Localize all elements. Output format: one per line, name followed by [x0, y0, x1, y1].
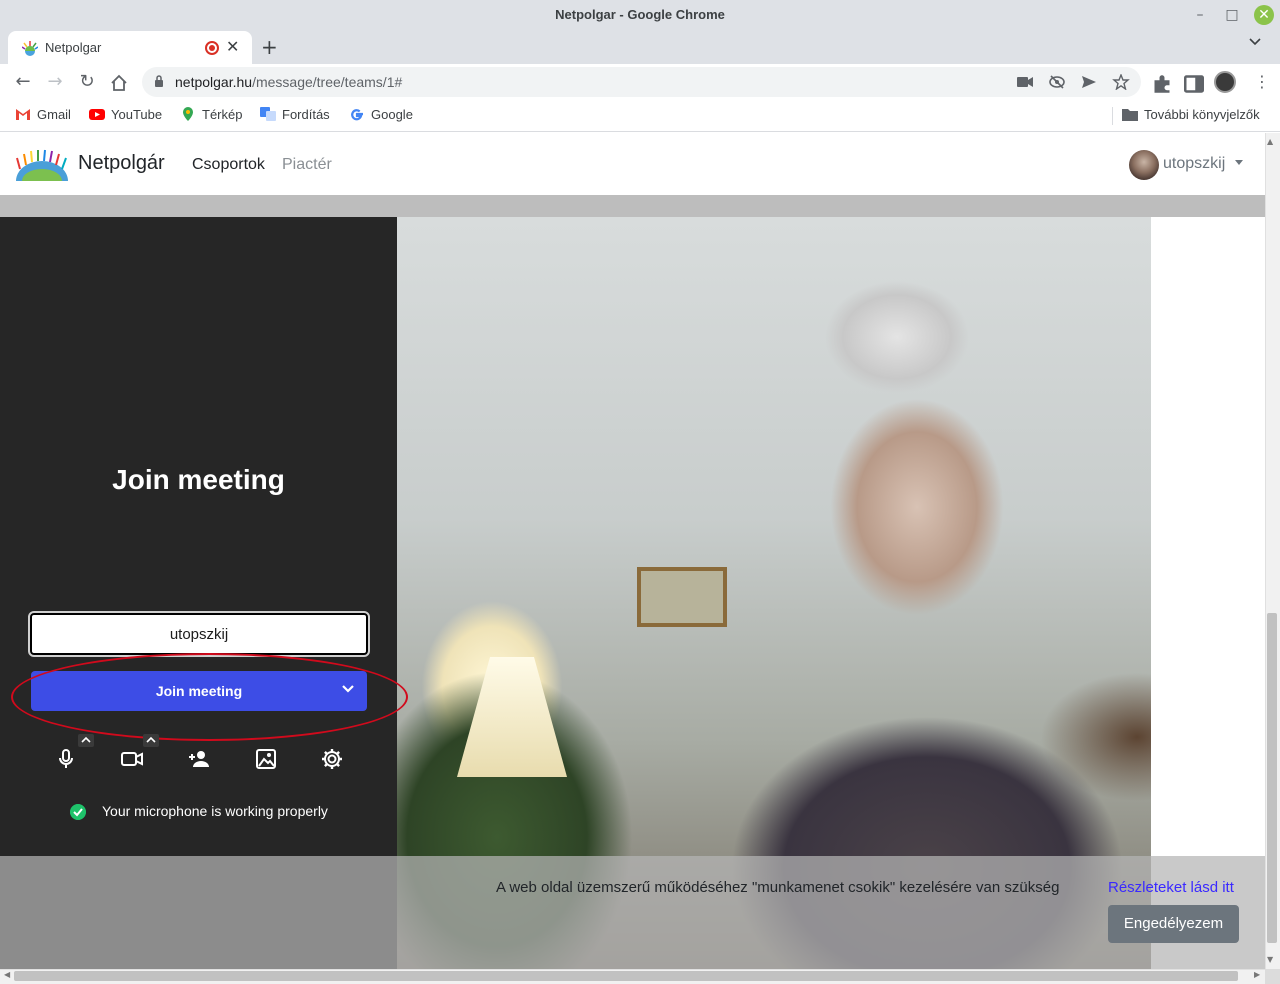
lock-icon[interactable]: [154, 75, 164, 87]
other-bookmarks[interactable]: További könyvjelzők: [1122, 107, 1260, 122]
user-menu-name[interactable]: utopszkij: [1163, 155, 1225, 173]
scrollbar-corner: [1265, 969, 1280, 984]
gmail-icon: [16, 109, 30, 120]
bookmark-label: YouTube: [111, 107, 163, 122]
audio-settings-caret-icon[interactable]: [78, 734, 94, 747]
camera-in-use-icon[interactable]: [1016, 76, 1034, 88]
url-path: /message/tree/teams/1#: [252, 74, 403, 90]
window-titlebar: Netpolgar - Google Chrome – □ ✕: [0, 0, 1280, 31]
user-avatar[interactable]: [1129, 150, 1159, 180]
back-icon[interactable]: ←: [13, 72, 33, 92]
cookie-banner: A web oldal üzemszerű működéséhez "munka…: [0, 856, 1265, 969]
minimize-icon[interactable]: –: [1191, 6, 1209, 24]
address-bar[interactable]: netpolgar.hu/message/tree/teams/1#: [142, 67, 1141, 97]
url-text[interactable]: netpolgar.hu/message/tree/teams/1#: [175, 74, 402, 90]
bookmark-maps[interactable]: Térkép: [180, 107, 242, 122]
side-panel-icon[interactable]: [1184, 74, 1204, 94]
chrome-menu-icon[interactable]: ⋮: [1254, 72, 1270, 91]
horizontal-scroll-thumb[interactable]: [14, 971, 1238, 981]
join-meeting-label: Join meeting: [155, 683, 243, 699]
folder-icon: [1122, 109, 1138, 121]
cookie-accept-button[interactable]: Engedélyezem: [1108, 905, 1239, 943]
tab-close-icon[interactable]: ✕: [226, 37, 239, 56]
profile-avatar[interactable]: [1214, 71, 1236, 93]
brand-name[interactable]: Netpolgár: [78, 152, 165, 175]
cookie-details-link[interactable]: Részleteket lásd itt: [1108, 879, 1234, 896]
bookmark-label: Térkép: [202, 107, 243, 122]
cookie-message: A web oldal üzemszerű működéséhez "munka…: [496, 879, 1060, 896]
url-host: netpolgar.hu: [175, 74, 253, 90]
join-meeting-button[interactable]: Join meeting: [31, 671, 367, 711]
browser-tab[interactable]: Netpolgar ✕: [8, 31, 252, 64]
google-icon: [351, 109, 363, 121]
microphone-status-text: Your microphone is working properly: [102, 803, 328, 819]
video-settings-caret-icon[interactable]: [143, 734, 159, 747]
join-meeting-title: Join meeting: [112, 464, 285, 495]
microphone-icon[interactable]: [54, 747, 78, 771]
page-content: Netpolgár Csoportok Piactér utopszkij Jo…: [0, 133, 1265, 969]
nav-link-groups[interactable]: Csoportok: [192, 156, 265, 174]
user-menu-caret-icon[interactable]: [1235, 160, 1243, 165]
vertical-scroll-thumb[interactable]: [1267, 613, 1277, 943]
close-window-icon[interactable]: ✕: [1254, 5, 1274, 25]
check-circle-icon: [70, 804, 86, 820]
invite-people-icon[interactable]: [187, 747, 211, 771]
bookmark-google[interactable]: Google: [349, 107, 413, 122]
bookmarks-separator: [1112, 107, 1113, 125]
netpolgar-logo-icon[interactable]: [12, 149, 72, 181]
maximize-icon[interactable]: □: [1223, 6, 1241, 24]
extensions-puzzle-icon[interactable]: [1152, 74, 1172, 94]
tab-title: Netpolgar: [45, 40, 102, 55]
display-name-input[interactable]: [28, 611, 370, 657]
scroll-left-arrow-icon[interactable]: ◀: [4, 970, 10, 979]
tab-search-chevron-icon[interactable]: [1249, 38, 1261, 46]
bookmarks-bar: Gmail YouTube Térkép Fordítás Google Tov…: [0, 100, 1280, 132]
bookmark-label: Gmail: [37, 107, 71, 122]
settings-gear-icon[interactable]: [320, 747, 344, 771]
netpolgar-favicon-icon: [22, 41, 38, 56]
bookmark-label: Fordítás: [282, 107, 330, 122]
window-title: Netpolgar - Google Chrome: [555, 7, 725, 22]
virtual-background-icon[interactable]: [254, 747, 278, 771]
youtube-icon: [89, 109, 105, 120]
other-bookmarks-label: További könyvjelzők: [1144, 107, 1260, 122]
scroll-up-arrow-icon[interactable]: ▲: [1267, 137, 1273, 146]
preview-lamp: [457, 657, 567, 777]
bookmark-translate[interactable]: Fordítás: [260, 107, 330, 122]
bookmark-youtube[interactable]: YouTube: [89, 107, 162, 122]
home-icon[interactable]: [109, 74, 129, 92]
translate-icon: [260, 107, 276, 121]
nav-link-marketplace[interactable]: Piactér: [282, 156, 332, 174]
forward-icon[interactable]: →: [45, 72, 65, 92]
gray-divider: [0, 195, 1265, 217]
scroll-down-arrow-icon[interactable]: ▼: [1267, 955, 1273, 964]
new-tab-icon[interactable]: +: [261, 35, 278, 59]
bookmark-star-icon[interactable]: [1112, 74, 1130, 90]
bookmark-gmail[interactable]: Gmail: [15, 107, 71, 122]
maps-pin-icon: [183, 107, 193, 121]
tracking-blocked-eye-icon[interactable]: [1048, 75, 1066, 89]
scroll-right-arrow-icon[interactable]: ▶: [1254, 970, 1260, 979]
send-icon[interactable]: [1080, 75, 1098, 89]
join-options-chevron-icon[interactable]: [338, 679, 358, 699]
site-navbar: Netpolgár Csoportok Piactér utopszkij: [0, 133, 1265, 195]
preview-picture-frame: [637, 567, 727, 627]
recording-indicator-icon: [205, 41, 219, 55]
bookmark-label: Google: [371, 107, 413, 122]
camera-icon[interactable]: [120, 747, 144, 771]
reload-icon[interactable]: ↻: [77, 72, 97, 92]
